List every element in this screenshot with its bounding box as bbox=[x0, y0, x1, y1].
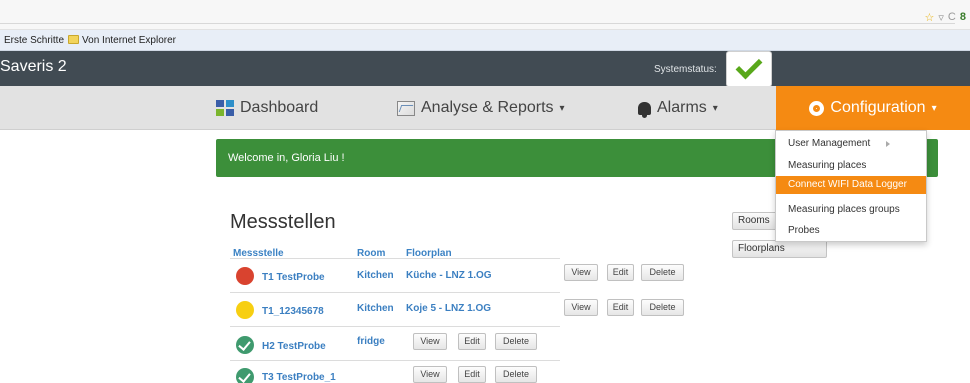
view-button[interactable]: View bbox=[564, 264, 598, 281]
page-title: Messstellen bbox=[230, 211, 336, 233]
row-divider bbox=[230, 292, 560, 293]
menu-item-connect-wifi-data-logger[interactable]: Connect WIFI Data Logger bbox=[776, 176, 926, 194]
floorplans-button[interactable]: Floorplans bbox=[732, 240, 827, 258]
bookmark-von-internet-explorer[interactable]: Von Internet Explorer bbox=[68, 34, 176, 46]
room-name[interactable]: Kitchen bbox=[357, 303, 394, 314]
menu-item-user-management[interactable]: User Management bbox=[776, 135, 926, 153]
room-name[interactable]: Kitchen bbox=[357, 270, 394, 281]
main-navbar: Dashboard Analyse & Reports ▾ Alarms ▾ C… bbox=[0, 86, 970, 130]
bookmarks-bar: Erste Schritte Von Internet Explorer bbox=[0, 30, 970, 51]
bell-icon bbox=[638, 101, 651, 118]
messstelle-name[interactable]: H2 TestProbe bbox=[262, 341, 326, 352]
nav-analyse-reports[interactable]: Analyse & Reports ▾ bbox=[397, 86, 565, 130]
view-button[interactable]: View bbox=[564, 299, 598, 316]
dashboard-icon bbox=[216, 100, 234, 116]
status-yellow-icon bbox=[236, 301, 254, 319]
submenu-arrow-icon bbox=[886, 141, 890, 147]
menu-item-measuring-places[interactable]: Measuring places bbox=[776, 157, 926, 175]
dropdown-arrow-icon[interactable]: ▿ bbox=[938, 11, 944, 24]
configuration-dropdown: User Management Measuring places Connect… bbox=[775, 130, 927, 242]
row-divider bbox=[230, 258, 560, 259]
edit-button[interactable]: Edit bbox=[458, 366, 486, 383]
menu-item-probes[interactable]: Probes bbox=[776, 222, 926, 240]
app-title: Saveris 2 bbox=[0, 58, 67, 75]
status-ok-icon bbox=[236, 368, 254, 383]
folder-icon bbox=[68, 34, 80, 44]
nav-configuration[interactable]: Configuration ▾ bbox=[776, 86, 970, 130]
app-window: ☆ ▿ C 8 Erste Schritte Von Internet Expl… bbox=[0, 0, 970, 383]
star-icon[interactable]: ☆ bbox=[925, 11, 935, 24]
nav-dashboard-label: Dashboard bbox=[240, 99, 319, 116]
delete-button[interactable]: Delete bbox=[495, 366, 537, 383]
bookmark-label: Von Internet Explorer bbox=[82, 34, 176, 46]
view-button[interactable]: View bbox=[413, 366, 447, 383]
row-divider bbox=[230, 360, 560, 361]
delete-button[interactable]: Delete bbox=[641, 299, 684, 316]
caret-down-icon: ▾ bbox=[712, 102, 718, 114]
google-icon[interactable]: 8 bbox=[960, 11, 966, 24]
edit-button[interactable]: Edit bbox=[607, 264, 634, 281]
edit-button[interactable]: Edit bbox=[607, 299, 634, 316]
nav-analyse-label: Analyse & Reports bbox=[421, 99, 554, 116]
browser-icons: ☆ ▿ C 8 bbox=[925, 11, 966, 24]
view-button[interactable]: View bbox=[413, 333, 447, 350]
nav-alarms[interactable]: Alarms ▾ bbox=[638, 86, 718, 130]
bookmark-erste-schritte[interactable]: Erste Schritte bbox=[4, 35, 64, 46]
status-ok-icon bbox=[236, 336, 254, 354]
address-bar[interactable] bbox=[0, 8, 955, 24]
edit-button[interactable]: Edit bbox=[458, 333, 486, 350]
delete-button[interactable]: Delete bbox=[641, 264, 684, 281]
chart-icon bbox=[397, 100, 415, 116]
nav-alarms-label: Alarms bbox=[657, 99, 707, 116]
gear-icon bbox=[809, 100, 825, 116]
app-header: Saveris 2 Systemstatus: bbox=[0, 51, 970, 86]
menu-item-measuring-places-groups[interactable]: Measuring places groups bbox=[776, 201, 926, 219]
messstelle-name[interactable]: T3 TestProbe_1 bbox=[262, 372, 336, 383]
caret-down-icon: ▾ bbox=[931, 102, 937, 114]
status-red-icon bbox=[236, 267, 254, 285]
system-status-label: Systemstatus: bbox=[654, 64, 717, 75]
nav-dashboard[interactable]: Dashboard bbox=[216, 86, 318, 130]
floorplan-name[interactable]: Koje 5 - LNZ 1.OG bbox=[406, 303, 491, 314]
browser-toolbar: ☆ ▿ C 8 bbox=[0, 0, 970, 30]
messstelle-name[interactable]: T1_12345678 bbox=[262, 306, 324, 317]
checkmark-icon bbox=[735, 52, 763, 80]
floorplan-name[interactable]: Küche - LNZ 1.OG bbox=[406, 270, 492, 281]
row-divider bbox=[230, 326, 560, 327]
room-name[interactable]: fridge bbox=[357, 336, 385, 347]
delete-button[interactable]: Delete bbox=[495, 333, 537, 350]
caret-down-icon: ▾ bbox=[559, 102, 565, 114]
reload-icon[interactable]: C bbox=[948, 11, 956, 24]
nav-configuration-label: Configuration bbox=[830, 99, 926, 116]
menu-item-label: User Management bbox=[788, 138, 871, 149]
messstelle-name[interactable]: T1 TestProbe bbox=[262, 272, 325, 283]
system-status-indicator[interactable] bbox=[726, 51, 772, 87]
